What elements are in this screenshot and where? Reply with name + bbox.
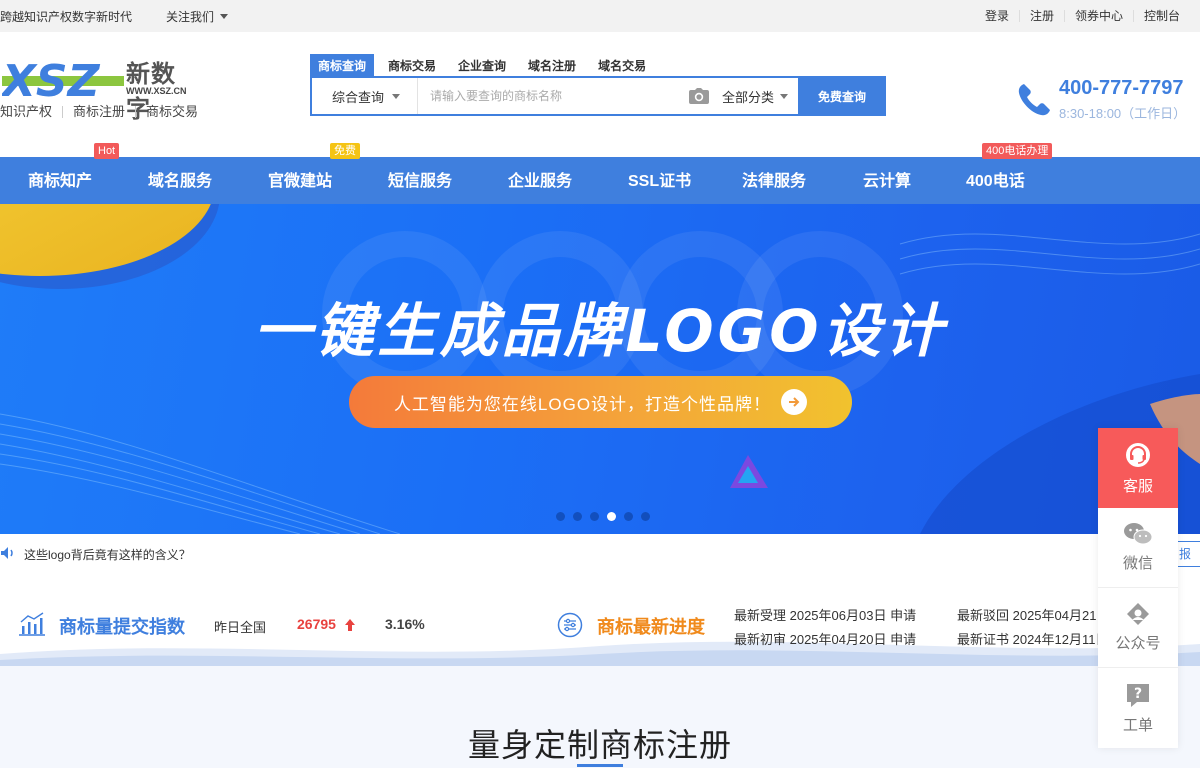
section-title: 量身定制商标注册	[467, 727, 732, 763]
header: XSZ 新数字 WWW.XSZ.CN 知识产权 商标注册 商标交易 商标查询 商…	[0, 32, 1200, 157]
carousel-dots	[556, 512, 650, 521]
notice-text[interactable]: 这些logo背后竟有这样的含义？	[24, 546, 191, 563]
floating-sidebar: 客服 微信 公众号 ? 工单	[1098, 428, 1178, 748]
search-input[interactable]	[418, 78, 686, 114]
tab-domain-trade[interactable]: 域名交易	[590, 54, 654, 76]
carousel-dot[interactable]	[590, 512, 599, 521]
contact-phone: 400-777-7797 8:30-18:00（工作日）	[1016, 76, 1200, 126]
search-panel: 商标查询 商标交易 企业查询 域名注册 域名交易 综合查询 全部分类	[310, 54, 886, 116]
free-badge: 免费	[330, 143, 360, 159]
follow-us-dropdown[interactable]: 关注我们	[166, 8, 229, 25]
hot-badge: Hot	[94, 143, 120, 159]
register-link[interactable]: 注册	[1018, 10, 1064, 22]
tab-trademark-trade[interactable]: 商标交易	[380, 54, 444, 76]
banner-headline: 一键生成品牌LOGO设计	[253, 297, 947, 365]
service-hours: 8:30-18:00（工作日）	[1059, 106, 1187, 121]
custom-registration-section: 量身定制商标注册	[0, 666, 1200, 768]
console-link[interactable]: 控制台	[1132, 10, 1190, 22]
banner-decoration	[0, 204, 1200, 534]
index-title: 商标量提交指数	[59, 617, 185, 637]
login-link[interactable]: 登录	[975, 10, 1019, 22]
nav-item-400-phone[interactable]: 400电话 400电话办理	[966, 143, 1053, 204]
logo-subnav: 知识产权 商标注册 商标交易	[0, 105, 208, 118]
nav-item-sms[interactable]: 短信服务	[388, 157, 452, 204]
question-icon: ?	[1127, 683, 1149, 707]
speaker-icon	[0, 546, 16, 563]
free-search-button[interactable]: 免费查询	[798, 76, 886, 116]
headset-icon	[1126, 442, 1150, 467]
subnav-ip[interactable]: 知识产权	[0, 105, 62, 118]
nav-item-cloud[interactable]: 云计算	[863, 157, 911, 204]
notice-bar: 这些logo背后竟有这样的含义？ 报	[0, 534, 1200, 574]
growth-rate: 3.16%	[385, 616, 425, 632]
nav-item-website[interactable]: 官微建站 免费	[268, 143, 360, 204]
phone-number: 400-777-7797	[1059, 77, 1184, 99]
hero-banner[interactable]: 一键生成品牌LOGO设计 人工智能为您在线LOGO设计，打造个性品牌！	[0, 204, 1200, 534]
tab-company-search[interactable]: 企业查询	[450, 54, 514, 76]
search-tabs: 商标查询 商标交易 企业查询 域名注册 域名交易	[310, 54, 886, 76]
yesterday-label: 昨日全国	[214, 620, 267, 635]
progress-accepted: 最新受理 2025年06月03日 申请	[734, 608, 917, 623]
chevron-down-icon	[780, 93, 788, 99]
svg-text:XSZ: XSZ	[2, 56, 101, 100]
ticket-button[interactable]: ? 工单	[1098, 668, 1178, 748]
bar-chart-icon	[19, 612, 45, 636]
carousel-dot[interactable]	[624, 512, 633, 521]
nav-item-legal[interactable]: 法律服务	[742, 157, 806, 204]
nav-item-enterprise[interactable]: 企业服务	[508, 157, 572, 204]
slogan: 跨越知识产权数字新时代	[0, 9, 133, 24]
wechat-button[interactable]: 微信	[1098, 508, 1178, 588]
chevron-down-icon	[392, 93, 401, 99]
carousel-dot[interactable]	[573, 512, 582, 521]
progress-title: 商标最新进度	[597, 617, 705, 637]
progress-sliders-icon	[557, 612, 583, 638]
carousel-dot-active[interactable]	[607, 512, 616, 521]
carousel-dot[interactable]	[641, 512, 650, 521]
title-underline	[577, 764, 623, 767]
main-nav: 商标知产 Hot 域名服务 官微建站 免费 短信服务 企业服务 SSL证书 法律…	[0, 143, 1200, 204]
svg-text:?: ?	[1134, 686, 1142, 702]
search-scope-select[interactable]: 综合查询	[312, 78, 418, 114]
nav-item-ssl[interactable]: SSL证书	[628, 157, 691, 204]
coupon-center-link[interactable]: 领券中心	[1063, 10, 1133, 22]
search-box: 综合查询 全部分类 免费查询	[310, 76, 886, 116]
customer-service-button[interactable]: 客服	[1098, 428, 1178, 508]
yesterday-value: 26795	[297, 616, 336, 632]
arrow-up-icon	[345, 619, 355, 631]
400-service-badge: 400电话办理	[982, 143, 1053, 159]
xsz-logo-icon: XSZ	[2, 56, 124, 100]
stats-section: 商标量提交指数 昨日全国 26795 3.16% 商标最新进度 最新受理 202…	[0, 582, 1200, 666]
subnav-trademark-trade[interactable]: 商标交易	[135, 105, 208, 118]
tab-domain-register[interactable]: 域名注册	[520, 54, 584, 76]
banner-cta-button[interactable]: 人工智能为您在线LOGO设计，打造个性品牌！	[349, 376, 852, 428]
phone-icon	[1018, 84, 1050, 116]
arrow-right-icon	[781, 389, 808, 415]
top-bar: 跨越知识产权数字新时代 关注我们 登录 注册 领券中心 控制台	[0, 0, 1200, 32]
subnav-trademark-register[interactable]: 商标注册	[62, 105, 135, 118]
official-account-icon	[1127, 603, 1149, 625]
progress-preliminary: 最新初审 2025年04月20日 申请	[734, 632, 917, 647]
chevron-down-icon	[220, 13, 229, 19]
carousel-dot[interactable]	[556, 512, 565, 521]
brand-url: WWW.XSZ.CN	[126, 86, 187, 96]
nav-item-domain[interactable]: 域名服务	[148, 157, 212, 204]
camera-icon[interactable]	[686, 88, 712, 104]
tab-trademark-search[interactable]: 商标查询	[310, 54, 375, 76]
official-account-button[interactable]: 公众号	[1098, 588, 1178, 668]
wechat-icon	[1124, 523, 1153, 545]
nav-item-trademark[interactable]: 商标知产 Hot	[28, 143, 120, 204]
category-select[interactable]: 全部分类	[722, 87, 798, 106]
